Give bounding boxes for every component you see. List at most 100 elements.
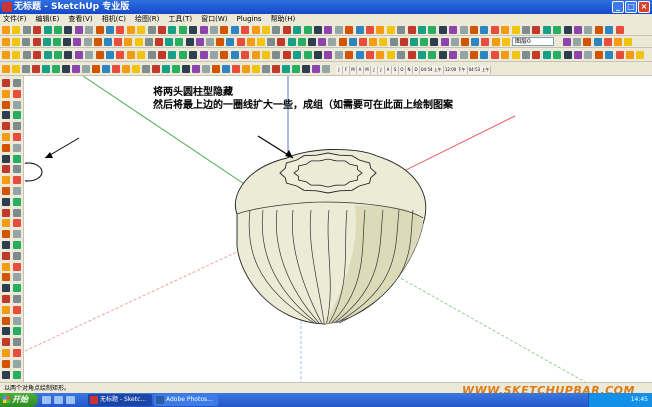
tool-button-icon[interactable] [195,38,204,46]
tool-button-icon[interactable] [257,38,265,46]
tool-button-icon[interactable] [407,26,416,34]
left-tool-icon[interactable] [2,133,10,141]
task-sketchup[interactable]: 无标题 - Sketc... [88,394,152,406]
month-apr[interactable]: A [357,66,364,74]
tool-button-icon[interactable] [603,38,612,46]
tool-button-icon[interactable] [72,65,80,73]
left-tool-icon[interactable] [2,316,10,325]
left-tool-icon[interactable] [2,79,10,87]
tool-button-icon[interactable] [379,38,388,46]
tool-button-icon[interactable] [2,26,10,34]
tool-button-icon[interactable] [42,65,50,73]
task-photoshop[interactable]: Adobe Photos... [154,394,218,406]
tool-button-icon[interactable] [85,26,94,34]
left-tool-icon[interactable] [13,133,21,141]
tool-button-icon[interactable] [449,26,458,34]
tool-button-icon[interactable] [92,65,100,73]
tool-button-icon[interactable] [272,51,281,59]
minimize-button[interactable]: _ [612,1,624,13]
tool-button-icon[interactable] [210,26,218,34]
tool-button-icon[interactable] [206,38,214,46]
tool-button-icon[interactable] [189,51,198,59]
tool-button-icon[interactable] [511,26,520,34]
tool-button-icon[interactable] [112,65,120,73]
tool-button-icon[interactable] [386,51,395,59]
tool-button-icon[interactable] [178,51,187,59]
tool-button-icon[interactable] [106,51,114,59]
left-tool-icon[interactable] [2,197,10,206]
left-tool-icon[interactable] [2,122,10,131]
tool-button-icon[interactable] [428,26,437,34]
tool-button-icon[interactable] [142,65,150,73]
tool-button-icon[interactable] [440,38,449,46]
tool-button-icon[interactable] [563,51,572,59]
tool-button-icon[interactable] [182,65,190,73]
left-tool-icon[interactable] [13,219,21,228]
tool-button-icon[interactable] [584,51,593,59]
tool-button-icon[interactable] [106,26,114,34]
left-tool-icon[interactable] [2,251,10,260]
tool-button-icon[interactable] [122,65,130,73]
tool-button-icon[interactable] [532,26,541,34]
left-tool-icon[interactable] [13,154,21,163]
tool-button-icon[interactable] [366,51,374,59]
month-oct[interactable]: O [399,66,406,74]
tool-button-icon[interactable] [605,51,614,59]
tool-button-icon[interactable] [605,26,614,34]
tool-button-icon[interactable] [312,65,320,73]
tool-button-icon[interactable] [397,51,406,59]
tool-button-icon[interactable] [322,65,330,73]
left-tool-icon[interactable] [13,316,21,325]
tool-button-icon[interactable] [147,26,156,34]
left-tool-icon[interactable] [13,359,21,368]
tool-button-icon[interactable] [32,65,40,73]
tool-button-icon[interactable] [82,65,90,73]
left-tool-icon[interactable] [2,338,10,347]
tool-button-icon[interactable] [328,38,337,46]
tool-button-icon[interactable] [490,51,499,59]
tool-button-icon[interactable] [282,26,291,34]
tool-button-icon[interactable] [303,26,312,34]
left-tool-icon[interactable] [2,219,10,228]
tool-button-icon[interactable] [2,38,10,46]
tool-button-icon[interactable] [216,38,225,46]
tool-button-icon[interactable] [33,51,42,59]
month-aug[interactable]: A [385,66,392,74]
menu-camera[interactable]: 相机(C) [102,14,126,24]
tool-button-icon[interactable] [615,26,624,34]
tool-button-icon[interactable] [137,26,146,34]
tool-button-icon[interactable] [501,51,510,59]
left-tool-icon[interactable] [2,165,10,174]
tool-button-icon[interactable] [594,26,603,34]
tool-button-icon[interactable] [132,65,140,73]
tool-button-icon[interactable] [158,51,166,59]
tool-button-icon[interactable] [32,38,41,46]
tool-button-icon[interactable] [230,51,239,59]
tool-button-icon[interactable] [418,26,426,34]
tool-button-icon[interactable] [624,38,633,46]
tool-button-icon[interactable] [199,26,208,34]
tool-button-icon[interactable] [12,65,20,73]
tool-button-icon[interactable] [241,51,250,59]
tool-button-icon[interactable] [83,38,92,46]
tool-button-icon[interactable] [137,51,146,59]
tool-button-icon[interactable] [2,65,10,73]
tool-button-icon[interactable] [212,65,220,73]
left-tool-icon[interactable] [13,111,21,120]
tool-button-icon[interactable] [12,51,21,59]
tool-button-icon[interactable] [277,38,286,46]
left-tool-icon[interactable] [2,305,10,314]
tool-button-icon[interactable] [399,38,408,46]
left-tool-icon[interactable] [2,176,10,185]
left-tool-icon[interactable] [2,262,10,271]
tool-button-icon[interactable] [116,51,125,59]
tool-button-icon[interactable] [324,26,333,34]
tool-button-icon[interactable] [63,38,72,46]
tool-button-icon[interactable] [583,38,592,46]
tool-button-icon[interactable] [220,51,229,59]
tool-button-icon[interactable] [192,65,200,73]
tool-button-icon[interactable] [314,51,322,59]
tool-button-icon[interactable] [614,38,622,46]
tool-button-icon[interactable] [168,26,177,34]
tool-button-icon[interactable] [162,65,170,73]
